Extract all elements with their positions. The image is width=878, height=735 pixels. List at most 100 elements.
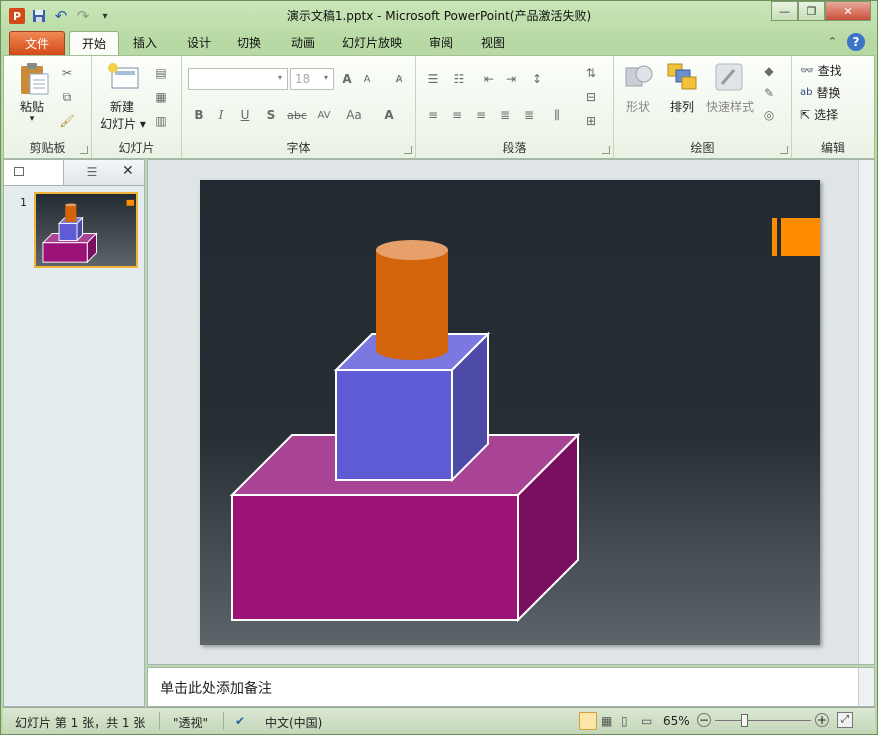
tab-insert[interactable]: 插入 <box>123 31 167 55</box>
new-slide-dropdown[interactable]: 幻灯片 ▾ <box>94 115 152 132</box>
zoom-out-button[interactable]: − <box>697 713 711 727</box>
close-pane-button[interactable]: ✕ <box>122 163 134 179</box>
clear-formatting-icon[interactable]: A̷ <box>390 70 408 88</box>
copy-icon[interactable]: ⧉ <box>58 88 76 106</box>
tab-animations[interactable]: 动画 <box>281 31 325 55</box>
align-center-icon[interactable]: ≡ <box>448 106 466 124</box>
shapes-icon[interactable] <box>624 62 654 95</box>
numbering-icon[interactable]: ☷ <box>450 70 468 88</box>
text-shadow-button[interactable]: S <box>262 106 280 124</box>
zoom-slider-track[interactable] <box>715 720 811 721</box>
new-slide-icon[interactable] <box>106 62 140 95</box>
paste-icon[interactable] <box>18 62 50 99</box>
quick-styles-label[interactable]: 快速样式 <box>700 98 760 115</box>
shape-effects-icon[interactable]: ◎ <box>760 106 778 124</box>
justify-icon[interactable]: ≣ <box>496 106 514 124</box>
clipboard-dialog-launcher-icon[interactable] <box>80 146 88 154</box>
reading-view-icon[interactable]: ▯ <box>621 714 628 728</box>
paste-dropdown-arrow[interactable]: ▾ <box>14 114 50 124</box>
spell-check-icon[interactable]: ✔ <box>235 714 245 728</box>
arrange-button-label[interactable]: 排列 <box>662 98 702 115</box>
line-spacing-icon[interactable]: ↕ <box>528 70 546 88</box>
status-slide-info: 幻灯片 第 1 张，共 1 张 <box>15 716 146 730</box>
notes-placeholder[interactable]: 单击此处添加备注 <box>160 678 272 698</box>
replace-button[interactable]: ab 替换 <box>800 84 841 101</box>
shrink-font-button[interactable]: A <box>358 70 376 88</box>
align-text-icon[interactable]: ⊟ <box>582 88 600 106</box>
notes-scrollbar[interactable] <box>858 668 874 706</box>
drawing-dialog-launcher-icon[interactable] <box>780 146 788 154</box>
status-language[interactable]: 中文(中国) <box>265 714 322 731</box>
distributed-icon[interactable]: ≣ <box>520 106 538 124</box>
tab-home[interactable]: 开始 <box>69 31 119 55</box>
shapes-button-label[interactable]: 形状 <box>618 98 658 115</box>
zoom-in-button[interactable]: + <box>815 713 829 727</box>
maximize-button[interactable]: ❐ <box>798 1 825 21</box>
increase-indent-icon[interactable]: ⇥ <box>502 70 520 88</box>
columns-icon[interactable]: ⫼ <box>548 106 566 124</box>
slide-canvas[interactable] <box>200 180 820 645</box>
slideshow-view-icon[interactable]: ▭ <box>641 714 652 728</box>
new-slide-label[interactable]: 新建 <box>100 98 144 115</box>
tab-view[interactable]: 视图 <box>471 31 515 55</box>
title-bar: P ↶ ↷ ▾ 演示文稿1.pptx - Microsoft PowerPoin… <box>1 1 877 29</box>
shape-fill-icon[interactable]: ◆ <box>760 62 778 80</box>
replace-label: 替换 <box>816 86 841 100</box>
clipboard-group-label: 剪贴板 <box>29 141 66 155</box>
minimize-ribbon-icon[interactable]: ⌃ <box>828 35 837 48</box>
outline-icon: ☰ <box>86 165 98 179</box>
cut-icon[interactable]: ✂ <box>58 64 76 82</box>
status-theme-name[interactable]: "透视" <box>173 714 208 731</box>
tab-design[interactable]: 设计 <box>177 31 221 55</box>
tab-slideshow[interactable]: 幻灯片放映 <box>335 31 409 55</box>
strikethrough-button[interactable]: abc <box>286 106 308 124</box>
find-button[interactable]: 👓 查找 <box>800 62 842 79</box>
zoom-level[interactable]: 65% <box>663 714 690 728</box>
section-icon[interactable]: ▥ <box>152 112 170 130</box>
minimize-button[interactable]: — <box>771 1 798 21</box>
smartart-icon[interactable]: ⊞ <box>582 112 600 130</box>
quick-styles-icon[interactable] <box>714 62 744 95</box>
align-right-icon[interactable]: ≡ <box>472 106 490 124</box>
decrease-indent-icon[interactable]: ⇤ <box>480 70 498 88</box>
fit-to-window-icon[interactable]: ⤢ <box>837 712 853 728</box>
slide-artwork <box>229 218 820 623</box>
tab-review[interactable]: 审阅 <box>419 31 463 55</box>
bold-button[interactable]: B <box>190 106 208 124</box>
grow-font-button[interactable]: A <box>338 70 356 88</box>
font-dialog-launcher-icon[interactable] <box>404 146 412 154</box>
slide-thumbnail[interactable] <box>34 192 138 268</box>
reset-slide-icon[interactable]: ▦ <box>152 88 170 106</box>
select-button[interactable]: ⇱ 选择 <box>800 106 838 123</box>
align-left-icon[interactable]: ≡ <box>424 106 442 124</box>
slide-layout-icon[interactable]: ▤ <box>152 64 170 82</box>
change-case-button[interactable]: Aa <box>342 106 366 124</box>
character-spacing-button[interactable]: AV <box>312 106 336 124</box>
normal-view-icon[interactable] <box>579 712 597 730</box>
vertical-scrollbar[interactable] <box>858 160 874 664</box>
zoom-slider-thumb[interactable] <box>741 714 748 727</box>
font-size-dropdown-icon[interactable]: ▾ <box>324 73 328 82</box>
clipboard-group: 粘贴 ▾ ✂ ⧉ 🖌 剪贴板 <box>4 56 92 158</box>
text-direction-icon[interactable]: ⇅ <box>582 64 600 82</box>
bullets-icon[interactable]: ☰ <box>424 70 442 88</box>
format-painter-icon[interactable]: 🖌 <box>58 112 76 130</box>
font-name-dropdown-icon[interactable]: ▾ <box>278 73 282 82</box>
italic-button[interactable]: I <box>212 106 230 124</box>
shape-outline-icon[interactable]: ✎ <box>760 84 778 102</box>
arrange-icon[interactable] <box>666 62 698 95</box>
tab-transitions[interactable]: 切换 <box>227 31 271 55</box>
paragraph-group: ☰ ☷ ⇤ ⇥ ↕ ⇅ ⊟ ⊞ ≡ ≡ ≡ ≣ ≣ ⫼ 段落 <box>416 56 614 158</box>
paragraph-dialog-launcher-icon[interactable] <box>602 146 610 154</box>
font-name-combobox[interactable] <box>188 68 288 90</box>
close-button[interactable]: ✕ <box>825 1 871 21</box>
notes-pane[interactable]: 单击此处添加备注 <box>147 667 875 707</box>
tab-file[interactable]: 文件 <box>9 31 65 55</box>
paste-button-label[interactable]: 粘贴 <box>14 98 50 115</box>
slide-sorter-view-icon[interactable]: ▦ <box>601 714 612 728</box>
tab-slides-thumbnails[interactable] <box>4 160 64 185</box>
underline-button[interactable]: U <box>236 106 254 124</box>
tab-outline[interactable]: ☰ <box>64 160 120 185</box>
font-color-button[interactable]: A <box>380 106 398 124</box>
help-icon[interactable]: ? <box>847 33 865 51</box>
